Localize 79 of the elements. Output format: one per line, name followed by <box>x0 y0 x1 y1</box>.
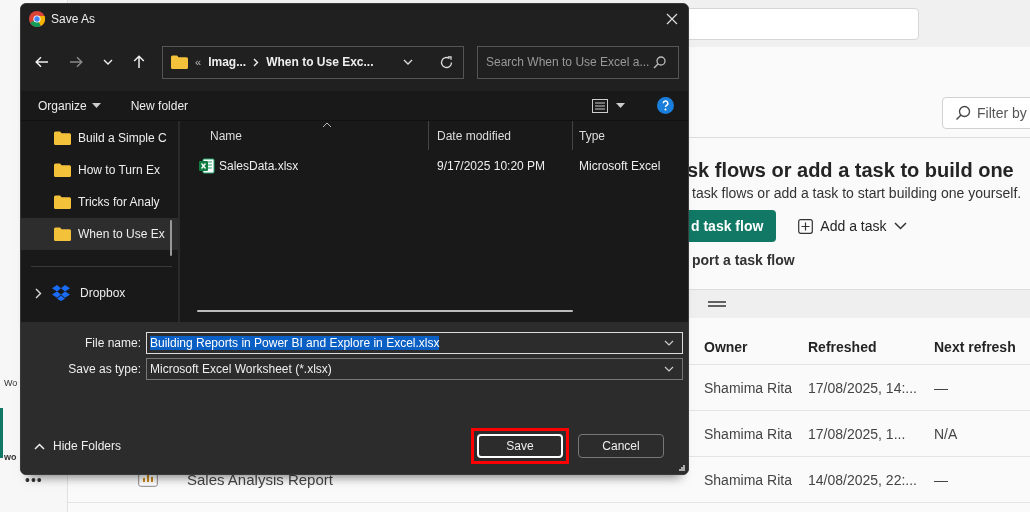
file-name[interactable]: SalesData.xlsx <box>219 159 299 173</box>
report-name[interactable]: Sales Analysis Report <box>187 471 333 488</box>
search-icon <box>653 55 666 69</box>
empty-state-text: task flows or add a task to start building one yourself. <box>692 185 1023 203</box>
column-header[interactable]: Refreshed <box>808 339 934 355</box>
next-refresh-cell-text: N/A <box>934 425 959 442</box>
file-name-field[interactable]: Building Reports in Power BI and Explore in Excel.xlsx <box>146 332 683 354</box>
new-folder-button[interactable]: New folder <box>130 98 189 113</box>
more-button[interactable]: ••• <box>25 472 43 488</box>
folder-icon <box>54 163 71 177</box>
owner-cell-text: Shamima Rita <box>704 425 793 442</box>
help-icon[interactable] <box>657 97 674 114</box>
search-icon <box>955 105 971 121</box>
owner-cell-text: Shamima Rita <box>704 379 793 396</box>
sidebar-item[interactable]: wo <box>0 408 18 458</box>
refreshed-cell-text: 17/08/2025, 1... <box>808 425 907 442</box>
chevron-up-icon <box>34 442 45 450</box>
folder-nav-item[interactable]: Tricks for Analy <box>21 186 178 218</box>
sidebar-item[interactable]: Wo <box>0 374 18 392</box>
browser-logo-icon <box>29 10 45 27</box>
date-cell-text: 9/17/2025 10:20 PM <box>436 158 547 175</box>
add-task-button[interactable]: Add a task <box>798 218 907 234</box>
type-cell-text: Microsoft Excel <box>578 158 661 175</box>
resize-handle-icon[interactable] <box>708 301 726 307</box>
folder-nav-item[interactable]: How to Turn Ex <box>21 154 178 186</box>
file-type-dropdown[interactable]: Microsoft Excel Worksheet (*.xlsx) <box>146 358 683 380</box>
spreadsheet-file-icon <box>199 158 215 174</box>
refreshed-cell-text: 17/08/2025, 14:... <box>808 379 918 396</box>
empty-state-heading: sk flows or add a task to build one <box>687 159 1015 183</box>
close-icon[interactable] <box>666 12 678 25</box>
field-label: Save as type: <box>67 362 142 376</box>
next-refresh-cell-text: — <box>934 379 949 396</box>
column-header[interactable]: Owner <box>704 339 808 355</box>
search-field[interactable]: Search When to Use Excel a... <box>477 45 679 79</box>
filter-input[interactable]: Filter by <box>977 105 1030 121</box>
folder-icon <box>171 55 188 69</box>
search-input[interactable]: Search When to Use Excel a... <box>486 55 653 69</box>
column-header[interactable]: Date modified <box>428 121 572 150</box>
column-header[interactable]: Type <box>572 121 605 150</box>
caret-icon[interactable] <box>616 103 625 108</box>
chevron-right-icon[interactable] <box>35 287 42 299</box>
column-header[interactable]: Next refresh <box>934 339 1030 355</box>
import-task-flow-link[interactable]: port a task flow <box>692 252 1030 268</box>
sort-caret-icon <box>322 122 332 128</box>
folder-icon <box>54 227 71 241</box>
chevron-down-icon[interactable] <box>403 59 413 65</box>
cloud-storage-icon <box>52 285 70 301</box>
scrollbar[interactable] <box>197 310 573 312</box>
dialog-title: Save As <box>51 11 96 26</box>
refresh-icon[interactable] <box>440 55 453 69</box>
add-task-flow-button[interactable]: d task flow <box>687 210 777 242</box>
refreshed-cell-text: 14/08/2025, 22:... <box>808 471 918 488</box>
chevron-down-icon <box>893 222 907 230</box>
folder-icon <box>54 195 71 209</box>
chevron-down-icon[interactable] <box>664 366 674 372</box>
resize-grip-icon[interactable] <box>679 465 685 471</box>
filter-field[interactable]: Filter by <box>942 97 1030 129</box>
view-options-icon[interactable] <box>592 98 608 113</box>
next-refresh-cell-text: — <box>934 471 949 488</box>
back-icon[interactable] <box>35 56 49 68</box>
folder-nav-item[interactable]: When to Use Ex <box>21 218 178 250</box>
scrollbar[interactable] <box>170 220 172 256</box>
up-icon[interactable] <box>133 55 145 69</box>
field-label: File name: <box>83 336 142 350</box>
organize-button[interactable]: Organize <box>38 98 101 113</box>
hide-folders-button[interactable]: Hide Folders <box>21 439 122 453</box>
caret-icon <box>91 103 101 108</box>
save-button[interactable]: Save <box>477 434 563 458</box>
chevron-right-icon <box>253 57 260 67</box>
column-header[interactable]: Name <box>180 121 428 150</box>
chevron-down-icon[interactable] <box>664 340 674 346</box>
folder-nav-item[interactable]: Build a Simple C <box>21 122 178 154</box>
plus-icon <box>798 218 814 234</box>
cancel-button[interactable]: Cancel <box>578 434 664 458</box>
forward-icon[interactable] <box>69 56 83 68</box>
folder-nav-item[interactable]: Dropbox <box>21 277 178 309</box>
folder-icon <box>54 131 71 145</box>
address-bar[interactable]: « Imag... When to Use Exc... <box>162 45 464 79</box>
owner-cell-text: Shamima Rita <box>704 471 793 488</box>
